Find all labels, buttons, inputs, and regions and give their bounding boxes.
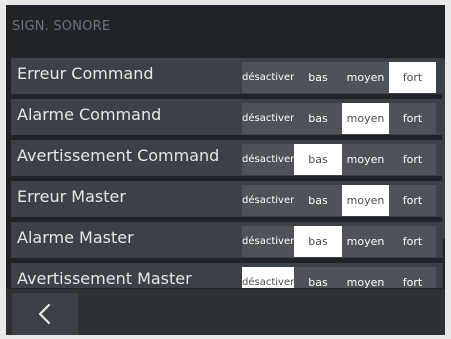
option-moyen[interactable]: moyen [342,144,389,175]
option-bas[interactable]: bas [294,267,342,288]
scrollbar[interactable] [442,59,445,239]
option-desactiver[interactable]: désactiver [242,185,294,216]
settings-list: Erreur Command désactiver bas moyen fort… [11,58,443,288]
option-desactiver[interactable]: désactiver [242,226,294,257]
option-desactiver[interactable]: désactiver [242,267,294,288]
option-fort[interactable]: fort [389,103,436,134]
option-moyen[interactable]: moyen [342,226,389,257]
row-label: Avertissement Command [17,146,220,165]
option-desactiver[interactable]: désactiver [242,144,294,175]
bottom-bar [6,289,445,335]
option-moyen[interactable]: moyen [342,267,389,288]
row-label: Alarme Command [17,105,162,124]
option-moyen[interactable]: moyen [342,103,389,134]
option-bas[interactable]: bas [294,144,342,175]
option-fort[interactable]: fort [389,62,436,93]
setting-row-avertissement-master: Avertissement Master désactiver bas moye… [11,263,443,288]
option-bas[interactable]: bas [294,185,342,216]
option-fort[interactable]: fort [389,185,436,216]
row-label: Erreur Master [17,187,126,206]
option-bas[interactable]: bas [294,62,342,93]
setting-row-avertissement-command: Avertissement Command désactiver bas moy… [11,140,443,176]
header: SIGN. SONORE [6,5,445,51]
back-button[interactable] [12,293,78,335]
option-bas[interactable]: bas [294,103,342,134]
setting-row-alarme-command: Alarme Command désactiver bas moyen fort [11,99,443,135]
page-title: SIGN. SONORE [12,19,111,34]
setting-row-erreur-master: Erreur Master désactiver bas moyen fort [11,181,443,217]
option-fort[interactable]: fort [389,267,436,288]
setting-row-erreur-command: Erreur Command désactiver bas moyen fort [11,58,443,94]
option-bas[interactable]: bas [294,226,342,257]
row-label: Avertissement Master [17,269,192,288]
option-desactiver[interactable]: désactiver [242,62,294,93]
setting-row-alarme-master: Alarme Master désactiver bas moyen fort [11,222,443,258]
chevron-left-icon [38,303,51,325]
row-label: Erreur Command [17,64,154,83]
device-frame: SIGN. SONORE Erreur Command désactiver b… [0,0,451,339]
option-fort[interactable]: fort [389,226,436,257]
option-fort[interactable]: fort [389,144,436,175]
row-label: Alarme Master [17,228,134,247]
option-moyen[interactable]: moyen [342,62,389,93]
option-moyen[interactable]: moyen [342,185,389,216]
screen: SIGN. SONORE Erreur Command désactiver b… [6,5,445,335]
option-desactiver[interactable]: désactiver [242,103,294,134]
